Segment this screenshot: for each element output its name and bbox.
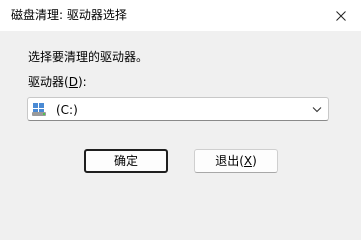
- drive-label: 驱动器(D):: [28, 74, 87, 90]
- drive-label-access-key: D: [68, 75, 78, 89]
- exit-label-access-key: X: [243, 154, 253, 168]
- drive-label-prefix: 驱动器(: [28, 75, 69, 89]
- drive-icon: [32, 103, 46, 116]
- drive-dropdown[interactable]: (C:): [27, 97, 329, 121]
- ok-button[interactable]: 确定: [84, 149, 168, 173]
- ok-button-label: 确定: [113, 154, 138, 168]
- drive-selection-dialog: 磁盘清理: 驱动器选择 选择要清理的驱动器。 驱动器(D): (C:) 确定 退…: [0, 0, 361, 203]
- exit-button[interactable]: 退出(X): [194, 149, 278, 173]
- exit-label-prefix: 退出(: [215, 154, 244, 168]
- title-bar[interactable]: 磁盘清理: 驱动器选择: [0, 0, 361, 31]
- close-button[interactable]: [321, 0, 361, 31]
- exit-label-suffix: ): [252, 154, 257, 168]
- selected-drive: (C:): [56, 103, 78, 117]
- close-icon: [336, 10, 346, 21]
- drive-label-suffix: ):: [77, 75, 87, 89]
- window-title: 磁盘清理: 驱动器选择: [11, 8, 127, 22]
- instruction-text: 选择要清理的驱动器。: [28, 50, 149, 64]
- exit-button-label: 退出(X): [215, 153, 257, 169]
- chevron-down-icon: [312, 107, 322, 113]
